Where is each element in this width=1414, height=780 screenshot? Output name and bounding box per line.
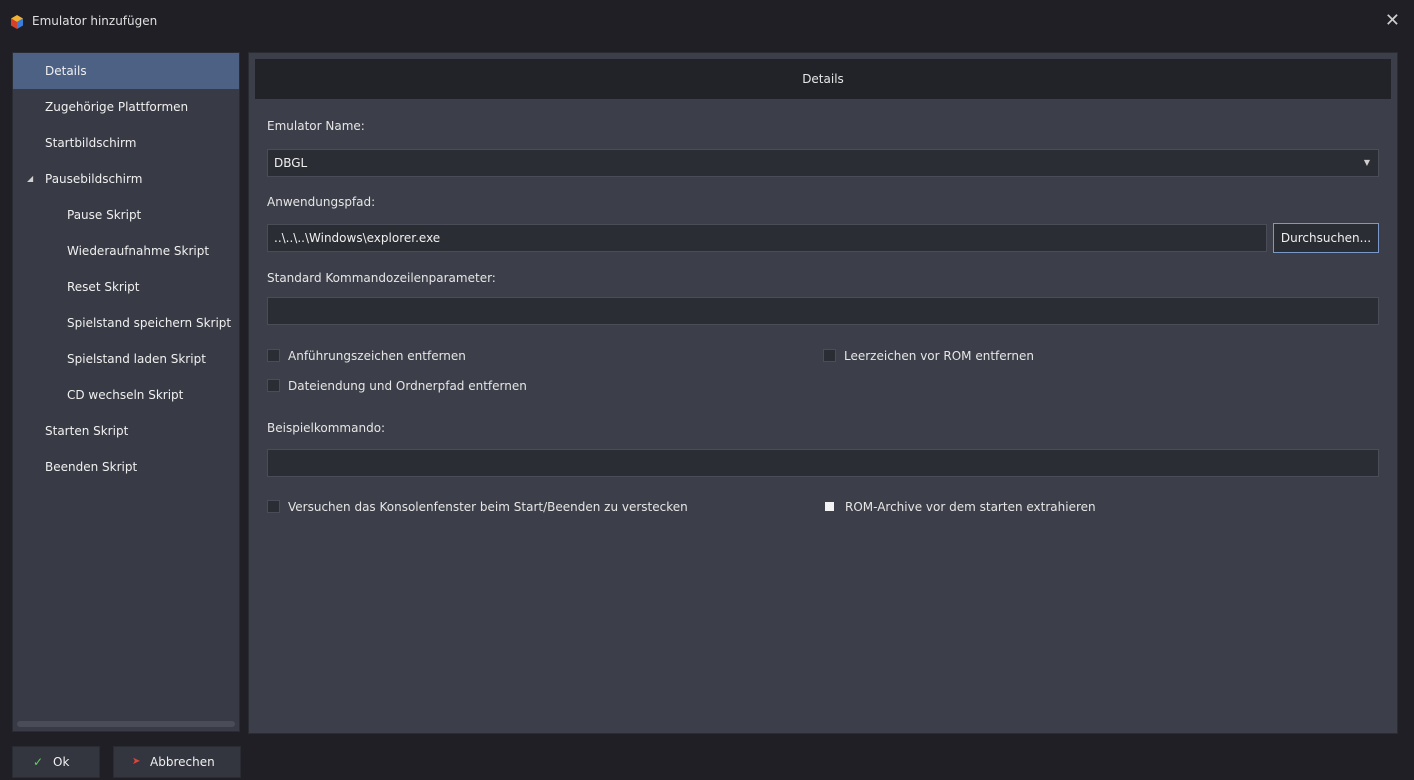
title-bar: Emulator hinzufügen ✕ <box>0 0 1414 44</box>
emulator-name-label: Emulator Name: <box>267 119 365 133</box>
sidebar-item-label: Starten Skript <box>45 424 129 438</box>
cancel-button[interactable]: ➤ Abbrechen <box>113 746 241 778</box>
expand-triangle-icon[interactable]: ◢ <box>27 161 33 197</box>
checkbox-label: Anführungszeichen entfernen <box>288 349 466 363</box>
chevron-down-icon: ▼ <box>1363 158 1370 167</box>
sidebar-item-label: Reset Skript <box>67 280 140 294</box>
sidebar-item-label: CD wechseln Skript <box>67 388 184 402</box>
sidebar-item-startbildschirm[interactable]: Startbildschirm <box>13 125 239 161</box>
sidebar-item-reset-skript[interactable]: Reset Skript <box>13 269 239 305</box>
checkbox-box[interactable] <box>267 379 280 392</box>
sidebar-item-label: Details <box>45 64 87 78</box>
example-command-input[interactable] <box>267 449 1379 477</box>
sidebar-item-beenden-skript[interactable]: Beenden Skript <box>13 449 239 485</box>
app-path-input[interactable]: ..\..\..\Windows\explorer.exe <box>267 224 1267 252</box>
checkbox-label: Leerzeichen vor ROM entfernen <box>844 349 1034 363</box>
hide-console-checkbox[interactable]: Versuchen das Konsolenfenster beim Start… <box>267 499 688 515</box>
ok-label: Ok <box>53 755 70 769</box>
sidebar-item-zugehoerige-plattformen[interactable]: Zugehörige Plattformen <box>13 89 239 125</box>
sidebar-item-details[interactable]: Details <box>13 53 239 89</box>
sidebar-item-label: Zugehörige Plattformen <box>45 100 189 114</box>
sidebar-item-label: Spielstand speichern Skript <box>67 316 232 330</box>
emulator-name-dropdown[interactable]: DBGL ▼ <box>267 149 1379 177</box>
cmdline-label: Standard Kommandozeilenparameter: <box>267 271 496 285</box>
checkbox-label: Dateiendung und Ordnerpfad entfernen <box>288 379 527 393</box>
browse-button[interactable]: Durchsuchen... <box>1273 223 1379 253</box>
sidebar-item-label: Pause Skript <box>67 208 142 222</box>
app-path-value: ..\..\..\Windows\explorer.exe <box>274 231 441 245</box>
sidebar-item-spielstand-speichern-skript[interactable]: Spielstand speichern Skript <box>13 305 239 341</box>
sidebar-item-spielstand-laden-skript[interactable]: Spielstand laden Skript <box>13 341 239 377</box>
sidebar-item-label: Spielstand laden Skript <box>67 352 206 366</box>
sidebar-horizontal-scrollbar[interactable] <box>17 721 235 727</box>
launchbox-cube-icon <box>11 15 23 29</box>
sidebar-item-label: Beenden Skript <box>45 460 138 474</box>
ok-button[interactable]: ✓ Ok <box>12 746 100 778</box>
checkbox-box[interactable] <box>825 502 834 511</box>
emulator-name-value: DBGL <box>274 156 308 170</box>
example-command-label: Beispielkommando: <box>267 421 386 435</box>
remove-space-before-rom-checkbox[interactable]: Leerzeichen vor ROM entfernen <box>823 348 1034 364</box>
sidebar-item-cd-wechseln-skript[interactable]: CD wechseln Skript <box>13 377 239 413</box>
panel-header: Details <box>255 59 1391 99</box>
app-path-label: Anwendungspfad: <box>267 195 376 209</box>
checkbox-label: Versuchen das Konsolenfenster beim Start… <box>288 500 688 514</box>
checkbox-box[interactable] <box>823 349 836 362</box>
cmdline-input[interactable] <box>267 297 1379 325</box>
sidebar-item-label: Startbildschirm <box>45 136 137 150</box>
checkbox-box[interactable] <box>267 500 280 513</box>
cancel-arrow-icon: ➤ <box>132 756 141 767</box>
checkbox-label: ROM-Archive vor dem starten extrahieren <box>845 500 1096 514</box>
details-panel: Details Emulator Name: DBGL ▼ Anwendungs… <box>248 52 1398 734</box>
sidebar-item-label: Wiederaufnahme Skript <box>67 244 210 258</box>
remove-quotes-checkbox[interactable]: Anführungszeichen entfernen <box>267 348 466 364</box>
sidebar-item-pausebildschirm[interactable]: ◢ Pausebildschirm <box>13 161 239 197</box>
close-icon[interactable]: ✕ <box>1385 10 1400 31</box>
remove-ext-and-path-checkbox[interactable]: Dateiendung und Ordnerpfad entfernen <box>267 378 527 394</box>
sidebar: Details Zugehörige Plattformen Startbild… <box>12 52 240 732</box>
sidebar-item-pause-skript[interactable]: Pause Skript <box>13 197 239 233</box>
sidebar-item-label: Pausebildschirm <box>45 172 143 186</box>
extract-rom-archives-checkbox[interactable]: ROM-Archive vor dem starten extrahieren <box>823 499 1096 515</box>
sidebar-item-starten-skript[interactable]: Starten Skript <box>13 413 239 449</box>
checkbox-box[interactable] <box>267 349 280 362</box>
window-title: Emulator hinzufügen <box>32 14 158 28</box>
sidebar-item-wiederaufnahme-skript[interactable]: Wiederaufnahme Skript <box>13 233 239 269</box>
checkmark-icon: ✓ <box>33 755 44 769</box>
cancel-label: Abbrechen <box>150 755 215 769</box>
